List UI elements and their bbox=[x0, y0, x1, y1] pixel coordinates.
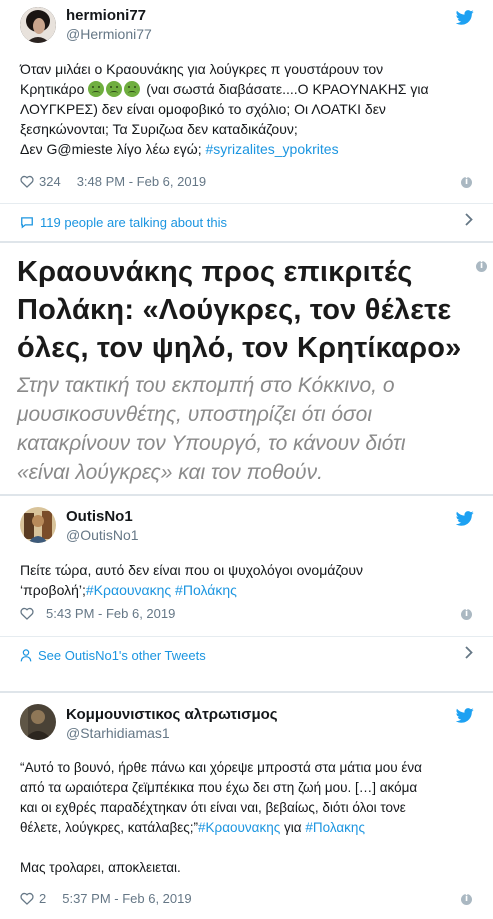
avatar[interactable] bbox=[20, 7, 56, 43]
conversation-count-text[interactable]: 119 people are talking about this bbox=[40, 215, 227, 230]
tweet-line: Δεν G@mieste λίγο λέω εγώ; #syrizalites_… bbox=[20, 139, 480, 159]
person-icon bbox=[20, 648, 32, 662]
tweet-line: και οι εχθρές παραδέχτηκαν ότι είναι ναι… bbox=[20, 800, 406, 815]
hashtag-link[interactable]: #Πολάκης bbox=[175, 582, 237, 598]
subhead-line: «είναι λούγκρες» και τον ποθούν. bbox=[17, 461, 323, 484]
tweet-line: ξεσηκώνονται; Τα Συριζωα δεν καταδικάζου… bbox=[20, 121, 298, 137]
tweet-line: ‘προβολή’;#Κραουνακης #Πολάκης bbox=[20, 580, 480, 600]
tweet-text-fragment: ‘προβολή’; bbox=[20, 582, 86, 598]
tweet-line: ΛΟΥΓΚΡΕΣ) δεν είναι ομοφοβικό το σχόλιο;… bbox=[20, 101, 386, 117]
tweet-line: από τα ωραιότερα ζεϊμπέκικα που έχω δει … bbox=[20, 780, 418, 795]
info-icon[interactable]: i bbox=[461, 894, 472, 905]
author-handle[interactable]: @OutisNo1 bbox=[66, 527, 139, 543]
chevron-right-icon bbox=[465, 646, 473, 664]
heart-icon[interactable] bbox=[20, 607, 34, 620]
other-tweets-text[interactable]: See OutisNo1's other Tweets bbox=[38, 648, 206, 663]
author-name[interactable]: hermioni77 bbox=[66, 7, 146, 24]
speech-bubble-icon bbox=[20, 216, 34, 229]
tweet-text-fragment: για bbox=[284, 820, 302, 835]
headline-line: όλες, τον ψηλό, τον Κρητίκαρο» bbox=[17, 332, 462, 364]
subhead-line: μουσικοσυνθέτης, υποστηρίζει ότι όσοι bbox=[17, 403, 373, 426]
tweet-line: Κρητικάρο (ναι σωστά διαβάσατε....Ο ΚΡΑΟ… bbox=[20, 79, 480, 99]
tweet-text: Όταν μιλάει ο Κραουνάκης για λούγκρες π … bbox=[20, 59, 480, 159]
like-count[interactable]: 324 bbox=[39, 174, 61, 189]
tweet-line: θέλετε, λούγκρες, κατάλαβες;”#Κραουνακης… bbox=[20, 818, 485, 838]
twitter-bird-icon[interactable] bbox=[455, 511, 474, 531]
divider bbox=[0, 494, 493, 496]
subhead-line: Στην τακτική του εκπομπή στο Κόκκινο, ο bbox=[17, 374, 395, 397]
tweet-meta: 5:43 PM - Feb 6, 2019 bbox=[20, 606, 175, 621]
article-subheadline: Στην τακτική του εκπομπή στο Κόκκινο, ο … bbox=[17, 371, 487, 487]
author-name[interactable]: OutisNo1 bbox=[66, 508, 133, 525]
author-name[interactable]: Κομμουνιστικος αλτρωτισμος bbox=[66, 706, 278, 723]
timestamp[interactable]: 5:43 PM - Feb 6, 2019 bbox=[46, 606, 175, 621]
tweet-text-fragment: Δεν G@mieste λίγο λέω εγώ; bbox=[20, 141, 202, 157]
twitter-bird-icon[interactable] bbox=[455, 10, 474, 30]
avatar[interactable] bbox=[20, 507, 56, 543]
author-handle[interactable]: @Starhidiamas1 bbox=[66, 725, 170, 741]
timestamp[interactable]: 5:37 PM - Feb 6, 2019 bbox=[62, 891, 191, 906]
author-handle[interactable]: @Hermioni77 bbox=[66, 26, 152, 42]
info-icon[interactable]: i bbox=[476, 261, 487, 272]
tweet-text-fragment: Κρητικάρο bbox=[20, 81, 85, 97]
tweet-meta: 324 3:48 PM - Feb 6, 2019 bbox=[20, 174, 206, 189]
timestamp[interactable]: 3:48 PM - Feb 6, 2019 bbox=[77, 174, 206, 189]
tweet-text: “Αυτό το βουνό, ήρθε πάνω και χόρεψε μπρ… bbox=[20, 758, 485, 878]
like-count[interactable]: 2 bbox=[39, 891, 46, 906]
hashtag-link[interactable]: #Κραουνακης bbox=[86, 582, 171, 598]
article-headline: Κραουνάκης προς επικριτές Πολάκη: «Λούγκ… bbox=[17, 253, 477, 367]
divider bbox=[0, 241, 493, 243]
info-icon[interactable]: i bbox=[461, 177, 472, 188]
hashtag-link[interactable]: #syrizalites_ypokrites bbox=[206, 141, 339, 157]
chevron-right-icon bbox=[465, 213, 473, 231]
heart-icon[interactable] bbox=[20, 175, 34, 188]
conversation-link[interactable]: 119 people are talking about this bbox=[0, 204, 493, 240]
nauseated-face-icon bbox=[88, 81, 105, 97]
twitter-bird-icon[interactable] bbox=[455, 708, 474, 728]
nauseated-face-icon bbox=[106, 81, 123, 97]
headline-line: Κραουνάκης προς επικριτές bbox=[17, 256, 413, 288]
avatar[interactable] bbox=[20, 704, 56, 740]
divider bbox=[0, 691, 493, 693]
subhead-line: κατακρίνουν τον Υπουργό, το κάνουν διότι bbox=[17, 432, 406, 455]
tweet-line: Πείτε τώρα, αυτό δεν είναι που οι ψυχολό… bbox=[20, 562, 364, 578]
heart-icon[interactable] bbox=[20, 892, 34, 905]
tweet-text-fragment: θέλετε, λούγκρες, κατάλαβες;” bbox=[20, 820, 199, 835]
other-tweets-link[interactable]: See OutisNo1's other Tweets bbox=[0, 637, 493, 673]
nauseated-face-icon bbox=[124, 81, 141, 97]
tweet-line: Όταν μιλάει ο Κραουνάκης για λούγκρες π … bbox=[20, 61, 384, 77]
tweet-meta: 2 5:37 PM - Feb 6, 2019 bbox=[20, 891, 192, 906]
info-icon[interactable]: i bbox=[461, 609, 472, 620]
hashtag-link[interactable]: #Κραουνακης bbox=[198, 820, 280, 835]
tweet-line: Μας τρολαρει, αποκλειεται. bbox=[20, 860, 181, 875]
headline-line: Πολάκη: «Λούγκρες, τον θέλετε bbox=[17, 294, 452, 326]
tweet-text-fragment: (ναι σωστά διαβάσατε....Ο ΚΡΑΟΥΝΑΚΗΣ για bbox=[146, 81, 429, 97]
hashtag-link[interactable]: #Πολακης bbox=[305, 820, 365, 835]
tweet-line: “Αυτό το βουνό, ήρθε πάνω και χόρεψε μπρ… bbox=[20, 760, 422, 775]
tweet-text: Πείτε τώρα, αυτό δεν είναι που οι ψυχολό… bbox=[20, 560, 480, 600]
